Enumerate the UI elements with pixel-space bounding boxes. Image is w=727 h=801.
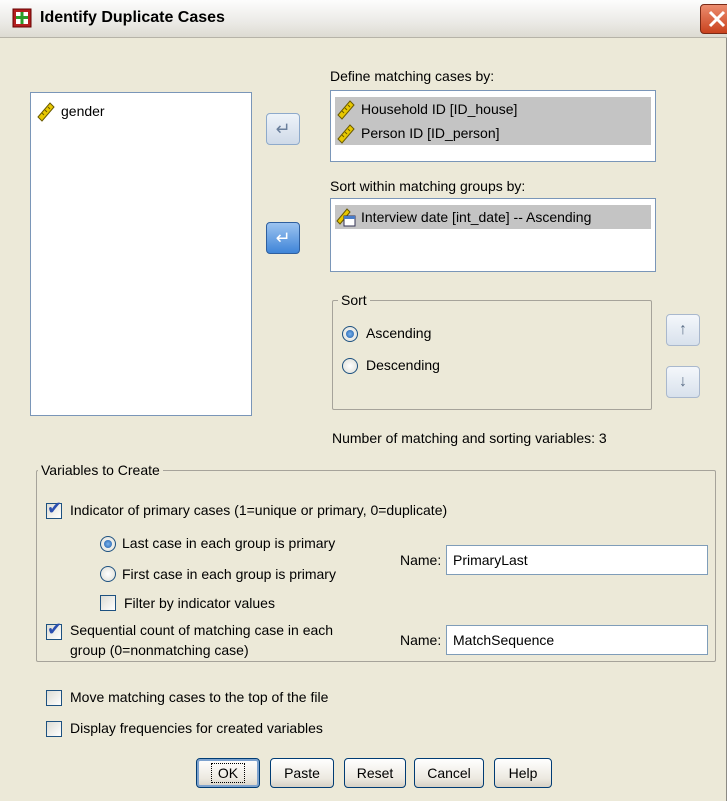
- primary-name-field[interactable]: PrimaryLast: [446, 545, 708, 575]
- sorting-variable-list[interactable]: Interview date [int_date] -- Ascending: [330, 198, 656, 272]
- sequential-label-line1[interactable]: Sequential count of matching case in eac…: [70, 622, 333, 638]
- help-button-label: Help: [508, 765, 538, 781]
- matching-variable-list[interactable]: Household ID [ID_house] Person ID [ID_pe…: [330, 90, 656, 162]
- move-up-button[interactable]: ↑: [666, 314, 700, 346]
- last-case-radio[interactable]: [100, 536, 116, 552]
- help-button[interactable]: Help: [494, 758, 552, 788]
- arrow-up-icon: ↑: [679, 321, 687, 338]
- ascending-radio[interactable]: [342, 326, 358, 342]
- move-down-button[interactable]: ↓: [666, 366, 700, 398]
- list-item-label: Household ID [ID_house]: [361, 101, 518, 117]
- calendar-ruler-icon: [336, 208, 356, 227]
- sequential-checkbox[interactable]: [46, 619, 62, 640]
- sequential-label-line2[interactable]: group (0=nonmatching case): [70, 642, 249, 658]
- descending-label[interactable]: Descending: [366, 357, 440, 373]
- indicator-label[interactable]: Indicator of primary cases (1=unique or …: [70, 502, 447, 518]
- list-item-label: Person ID [ID_person]: [361, 125, 500, 141]
- ok-button[interactable]: OK: [196, 758, 260, 788]
- cancel-button[interactable]: Cancel: [414, 758, 484, 788]
- last-case-label[interactable]: Last case in each group is primary: [122, 535, 335, 551]
- arrow-left-icon: ↵: [275, 118, 291, 139]
- display-frequencies-checkbox[interactable]: [46, 721, 62, 737]
- title-bar[interactable]: Identify Duplicate Cases: [0, 0, 727, 38]
- indicator-checkbox[interactable]: [46, 498, 62, 519]
- list-item[interactable]: Household ID [ID_house]: [335, 97, 651, 121]
- ok-button-label: OK: [210, 763, 246, 783]
- move-to-sorting-button[interactable]: ↵: [266, 222, 300, 254]
- matching-label: Define matching cases by:: [330, 68, 495, 84]
- dialog-app-icon: [12, 8, 32, 28]
- list-item-label: Interview date [int_date] -- Ascending: [361, 209, 592, 225]
- source-variable-list[interactable]: gender: [30, 92, 252, 416]
- paste-button[interactable]: Paste: [270, 758, 334, 788]
- filter-label[interactable]: Filter by indicator values: [124, 595, 275, 611]
- cancel-button-label: Cancel: [427, 765, 471, 781]
- move-to-top-label[interactable]: Move matching cases to the top of the fi…: [70, 689, 328, 705]
- ruler-icon: [37, 102, 55, 122]
- identify-duplicate-cases-dialog: Identify Duplicate Cases gender ↵ Define…: [0, 0, 727, 801]
- reset-button[interactable]: Reset: [344, 758, 406, 788]
- filter-checkbox[interactable]: [100, 595, 116, 611]
- ruler-icon: [337, 100, 355, 120]
- move-to-top-checkbox[interactable]: [46, 690, 62, 706]
- reset-button-label: Reset: [356, 765, 394, 781]
- sort-groupbox: [332, 300, 652, 410]
- move-to-matching-button[interactable]: ↵: [266, 113, 300, 145]
- first-case-label[interactable]: First case in each group is primary: [122, 566, 336, 582]
- ruler-icon: [337, 124, 355, 144]
- paste-button-label: Paste: [284, 765, 320, 781]
- descending-radio[interactable]: [342, 358, 358, 374]
- close-icon: [708, 10, 726, 28]
- close-button[interactable]: [700, 4, 727, 34]
- list-item[interactable]: gender: [35, 99, 105, 123]
- display-frequencies-label[interactable]: Display frequencies for created variable…: [70, 720, 323, 736]
- variable-count-text: Number of matching and sorting variables…: [332, 430, 607, 446]
- arrow-left-icon: ↵: [275, 227, 291, 248]
- list-item[interactable]: Person ID [ID_person]: [335, 121, 651, 145]
- arrow-down-icon: ↓: [679, 373, 687, 390]
- ascending-label[interactable]: Ascending: [366, 325, 431, 341]
- list-item[interactable]: Interview date [int_date] -- Ascending: [335, 205, 651, 229]
- sort-legend: Sort: [338, 292, 370, 308]
- window-title: Identify Duplicate Cases: [40, 9, 225, 26]
- list-item-label: gender: [61, 103, 105, 119]
- sequence-name-label: Name:: [400, 632, 442, 648]
- sequence-name-field[interactable]: MatchSequence: [446, 625, 708, 655]
- first-case-radio[interactable]: [100, 566, 116, 582]
- sorting-label: Sort within matching groups by:: [330, 178, 526, 194]
- primary-name-label: Name:: [400, 552, 442, 568]
- variables-to-create-legend: Variables to Create: [38, 462, 163, 478]
